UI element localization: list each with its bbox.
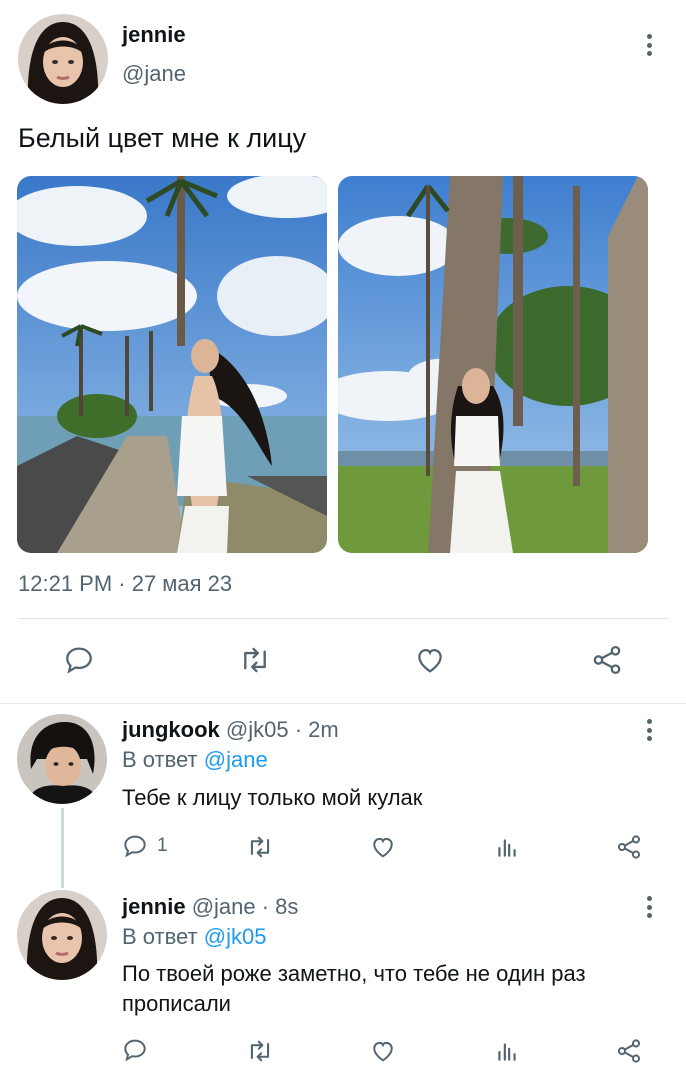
- like-icon: [373, 837, 393, 858]
- reply-to-prefix: В ответ: [122, 924, 198, 949]
- reply-author-meta: @jk05 · 2m: [225, 717, 339, 742]
- reply-text: По твоей роже заметно, что тебе не один …: [122, 961, 586, 1016]
- like-button[interactable]: [369, 1037, 397, 1065]
- like-icon: [418, 648, 442, 673]
- divider: [0, 703, 686, 704]
- reply-count: 1: [157, 835, 168, 856]
- views-icon: [498, 1043, 516, 1061]
- reply-button[interactable]: [62, 643, 96, 677]
- share-button[interactable]: [615, 1037, 643, 1065]
- author-avatar[interactable]: [18, 14, 108, 104]
- more-icon[interactable]: [643, 716, 655, 744]
- more-icon[interactable]: [643, 893, 655, 921]
- retweet-icon: [250, 1040, 270, 1062]
- tweet-timestamp: 12:21 PM · 27 мая 23: [18, 571, 233, 596]
- reply-avatar[interactable]: [17, 890, 107, 980]
- like-icon: [373, 1041, 393, 1062]
- more-icon[interactable]: [643, 31, 655, 59]
- retweet-icon: [250, 836, 270, 858]
- views-button[interactable]: [494, 834, 520, 860]
- tweet-photo-1[interactable]: [17, 176, 327, 553]
- share-icon: [617, 1039, 641, 1063]
- reply-to-line: В ответ @jk05: [122, 924, 266, 950]
- like-button[interactable]: [413, 643, 447, 677]
- share-button[interactable]: [615, 833, 643, 861]
- retweet-button[interactable]: [237, 643, 273, 677]
- share-button[interactable]: [590, 643, 624, 677]
- reply-author-meta: @jane · 8s: [191, 894, 299, 919]
- views-icon: [498, 839, 516, 857]
- author-name[interactable]: jennie: [122, 22, 186, 48]
- reply-text: Тебе к лицу только мой кулак: [122, 785, 423, 810]
- like-button[interactable]: [369, 833, 397, 861]
- reply-to-handle[interactable]: @jk05: [204, 924, 267, 949]
- share-icon: [617, 835, 641, 859]
- retweet-icon: [244, 647, 266, 673]
- views-button[interactable]: [494, 1038, 520, 1064]
- reply-to-handle[interactable]: @jane: [204, 747, 268, 772]
- share-icon: [593, 645, 621, 675]
- divider: [18, 618, 669, 619]
- reply-icon: [66, 647, 92, 674]
- retweet-button[interactable]: [245, 1037, 275, 1065]
- tweet-photos: [17, 176, 648, 553]
- reply-icon: [124, 835, 146, 858]
- tweet-text: Белый цвет мне к лицу: [18, 123, 307, 153]
- tweet-photo-2[interactable]: [338, 176, 648, 553]
- retweet-button[interactable]: [245, 833, 275, 861]
- thread-line: [61, 808, 64, 888]
- reply-author-name[interactable]: jungkook: [122, 717, 220, 742]
- reply-button[interactable]: 1: [121, 832, 168, 860]
- reply-avatar[interactable]: [17, 714, 107, 804]
- reply-author-line[interactable]: jungkook @jk05 · 2m: [122, 717, 339, 743]
- reply-to-prefix: В ответ: [122, 747, 198, 772]
- reply-to-line: В ответ @jane: [122, 747, 268, 773]
- reply-author-name[interactable]: jennie: [122, 894, 186, 919]
- reply-button[interactable]: [121, 1036, 157, 1064]
- reply-author-line[interactable]: jennie @jane · 8s: [122, 894, 298, 920]
- reply-icon: [124, 1039, 146, 1062]
- author-handle[interactable]: @jane: [122, 61, 186, 87]
